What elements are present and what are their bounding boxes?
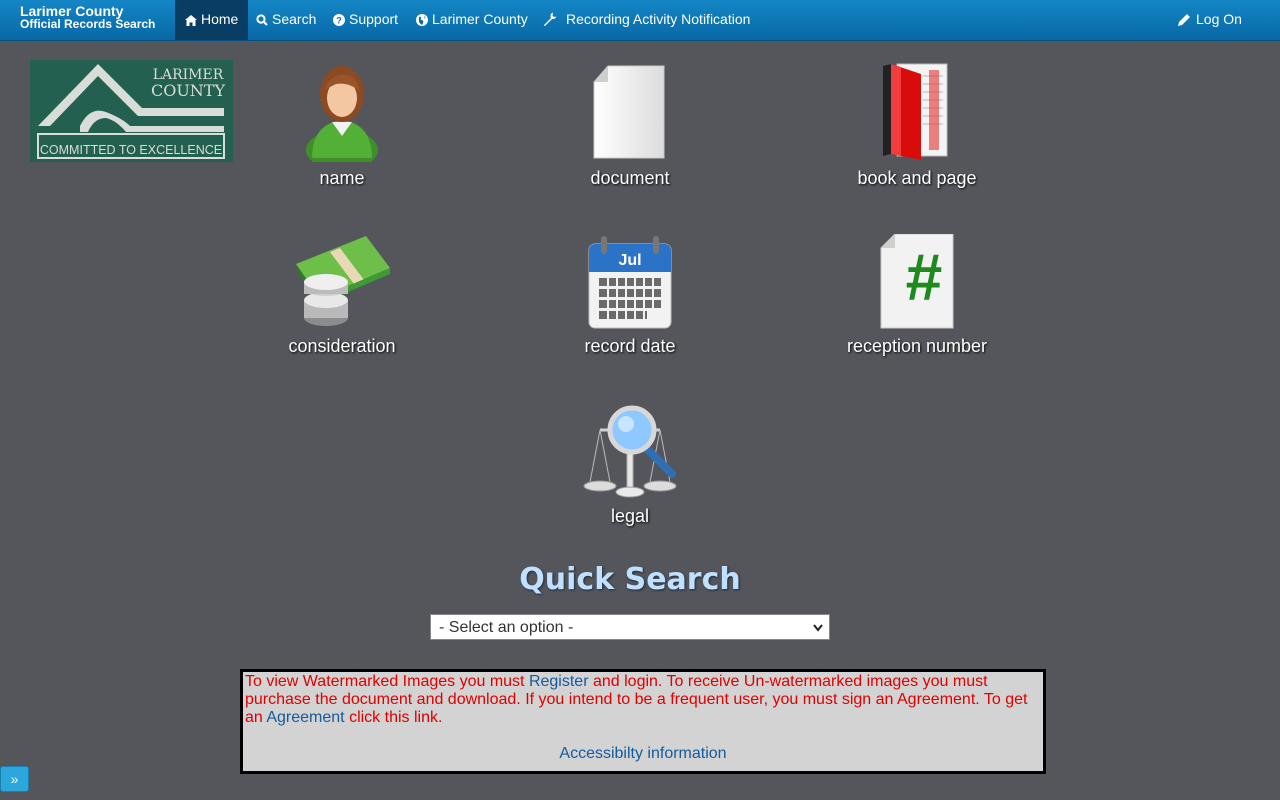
- globe-icon: [416, 14, 428, 26]
- nav-search-label: Search: [272, 11, 317, 27]
- top-navbar: Larimer County Official Records Search H…: [0, 0, 1280, 41]
- wrench-icon: [543, 12, 557, 26]
- document-search-tile[interactable]: document: [520, 62, 740, 189]
- consideration-search-tile[interactable]: consideration: [232, 234, 452, 357]
- larimer-county-logo: LARIMER COUNTY COMMITTED TO EXCELLENCE: [30, 60, 233, 162]
- svg-text:COUNTY: COUNTY: [151, 81, 226, 100]
- nav-support[interactable]: ? Support: [333, 0, 398, 40]
- quick-search-title: Quick Search: [519, 562, 741, 597]
- search-icon: [256, 14, 268, 26]
- pencil-icon: [1178, 14, 1190, 26]
- brand[interactable]: Larimer County Official Records Search: [20, 4, 156, 31]
- svg-text:Jul: Jul: [618, 252, 641, 269]
- consideration-search-label: consideration: [288, 336, 396, 356]
- chevron-down-icon: [813, 624, 823, 632]
- document-icon: [593, 65, 665, 159]
- nav-home-label: Home: [201, 11, 239, 27]
- home-icon: [185, 15, 197, 26]
- svg-text:#: #: [906, 240, 943, 314]
- record-date-search-tile[interactable]: Jul record date: [520, 234, 740, 357]
- reception-number-search-label: reception number: [846, 336, 988, 356]
- nav-recording-activity[interactable]: Recording Activity Notification: [543, 0, 750, 40]
- question-circle-icon: ?: [333, 14, 345, 26]
- sidebar-toggle-button[interactable]: »: [0, 766, 29, 792]
- brand-subtitle: Official Records Search: [20, 17, 156, 31]
- calendar-icon: Jul: [588, 236, 672, 329]
- nav-larimer-county[interactable]: Larimer County: [416, 0, 528, 40]
- nav-larimer-county-label: Larimer County: [432, 11, 528, 27]
- legal-search-label: legal: [610, 506, 650, 526]
- svg-text:?: ?: [336, 16, 342, 26]
- quick-search-select-value: - Select an option -: [439, 619, 574, 636]
- money-icon: [296, 236, 390, 326]
- login-button[interactable]: Log On: [1178, 0, 1242, 40]
- record-date-search-label: record date: [584, 336, 676, 356]
- quick-search-select[interactable]: - Select an option -: [430, 614, 830, 640]
- agreement-link[interactable]: Agreement: [266, 709, 344, 726]
- name-search-label: name: [319, 168, 365, 188]
- book-and-page-search-tile[interactable]: book and page: [807, 62, 1027, 189]
- notice-box: To view Watermarked Images you must Regi…: [240, 669, 1046, 774]
- nav-home[interactable]: Home: [175, 0, 249, 40]
- book-and-page-search-label: book and page: [857, 168, 977, 188]
- book-icon: [883, 63, 948, 160]
- nav-support-label: Support: [349, 11, 399, 27]
- register-link[interactable]: Register: [529, 673, 589, 690]
- notice-text-1: To view Watermarked Images you must: [245, 673, 529, 690]
- login-label: Log On: [1196, 11, 1242, 27]
- name-search-tile[interactable]: name: [232, 62, 452, 189]
- person-icon: [306, 66, 378, 162]
- scales-magnifier-icon: [583, 405, 677, 498]
- nav-search[interactable]: Search: [256, 0, 316, 40]
- notice-text-3: click this link.: [344, 709, 443, 726]
- legal-search-tile[interactable]: legal: [520, 402, 740, 527]
- hash-document-icon: #: [880, 234, 954, 329]
- document-search-label: document: [590, 168, 670, 188]
- nav-recording-activity-label: Recording Activity Notification: [566, 11, 751, 27]
- reception-number-search-tile[interactable]: # reception number: [807, 234, 1027, 357]
- svg-text:COMMITTED TO EXCELLENCE: COMMITTED TO EXCELLENCE: [40, 143, 222, 157]
- accessibility-link[interactable]: Accessibilty information: [243, 745, 1043, 763]
